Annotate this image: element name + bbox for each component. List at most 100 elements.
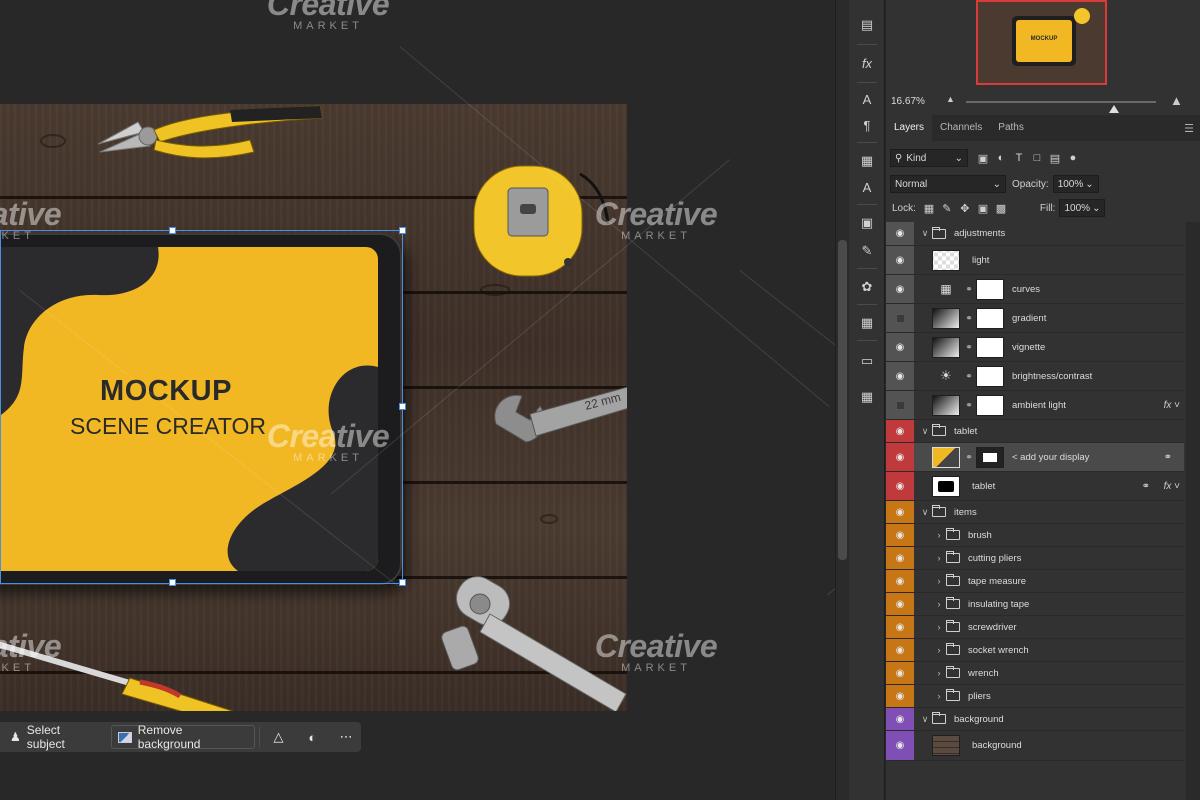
layer-visibility-toggle[interactable]: ◉ [886, 420, 914, 442]
chevron-right-icon[interactable]: › [932, 645, 946, 655]
chevron-down-icon[interactable]: ∨ [918, 228, 932, 239]
layer-thumbnail[interactable] [932, 475, 960, 497]
link-icon[interactable]: ⚭ [964, 400, 974, 411]
chevron-right-icon[interactable]: › [932, 599, 946, 609]
filter-adjustment-icon[interactable]: ◐ [992, 152, 1010, 164]
chevron-down-icon[interactable]: ∨ [918, 426, 932, 437]
brush-icon[interactable]: ✎ [855, 240, 879, 262]
layer-visibility-toggle[interactable]: ◉ [886, 639, 914, 661]
tab-paths[interactable]: Paths [990, 115, 1032, 141]
layers-list[interactable]: ◉ ∨ adjustments ◉ light ◉ ▦ ⚭ curves ⚭ gradient ◉ ⚭ v… [886, 222, 1200, 800]
layer-name[interactable]: light [972, 255, 989, 266]
link-icon[interactable]: ⚭ [964, 452, 974, 463]
layer-name[interactable]: gradient [1012, 313, 1046, 324]
filter-shape-icon[interactable]: □ [1028, 152, 1046, 164]
layer-visibility-toggle[interactable] [886, 391, 914, 419]
layer-name[interactable]: insulating tape [968, 599, 1029, 610]
layer-row[interactable]: ◉ ∨ items [886, 501, 1184, 524]
layer-row[interactable]: ◉ › brush [886, 524, 1184, 547]
layer-row[interactable]: ⚭ gradient [886, 304, 1184, 333]
layer-row[interactable]: ◉ ▦ ⚭ curves [886, 275, 1184, 304]
zoom-slider-knob[interactable] [1109, 105, 1119, 113]
layer-mask-thumbnail[interactable] [976, 365, 1004, 387]
layers-scrollbar[interactable] [1186, 222, 1200, 800]
layer-row[interactable]: ◉ ☀ ⚭ brightness/contrast [886, 362, 1184, 391]
link-icon[interactable]: ⚭ [1164, 452, 1172, 463]
layer-name[interactable]: wrench [968, 668, 999, 679]
layer-visibility-toggle[interactable]: ◉ [886, 333, 914, 361]
zoom-slider[interactable] [966, 101, 1156, 113]
layer-visibility-toggle[interactable]: ◉ [886, 685, 914, 707]
layer-visibility-toggle[interactable]: ◉ [886, 472, 914, 500]
tab-channels[interactable]: Channels [932, 115, 990, 141]
layer-name[interactable]: ambient light [1012, 400, 1066, 411]
lock-pixels-icon[interactable]: ✎ [938, 202, 956, 215]
tablet-screen[interactable]: MOCKUP SCENE CREATOR [0, 247, 378, 571]
fill-field[interactable]: 100% ⌄ [1059, 199, 1106, 217]
layer-name[interactable]: tablet [972, 481, 995, 492]
layer-visibility-toggle[interactable]: ◉ [886, 731, 914, 760]
layer-visibility-toggle[interactable]: ◉ [886, 593, 914, 615]
layer-name[interactable]: vignette [1012, 342, 1045, 353]
layer-name[interactable]: screwdriver [968, 622, 1017, 633]
layer-name[interactable]: background [972, 740, 1022, 751]
canvas-vertical-scrollbar[interactable] [835, 0, 849, 800]
lock-transparency-icon[interactable]: ▦ [920, 202, 938, 215]
chevron-right-icon[interactable]: › [932, 668, 946, 678]
panel-menu-icon[interactable]: ☰ [1184, 122, 1194, 135]
layer-mask-thumbnail[interactable] [976, 278, 1004, 300]
layer-visibility-toggle[interactable]: ◉ [886, 570, 914, 592]
layer-mask-thumbnail[interactable] [976, 307, 1004, 329]
layer-visibility-toggle[interactable]: ◉ [886, 501, 914, 523]
filter-pixel-icon[interactable]: ▣ [974, 152, 992, 165]
layer-name[interactable]: socket wrench [968, 645, 1029, 656]
paragraph-icon[interactable]: ¶ [855, 114, 879, 136]
link-icon[interactable]: ⚭ [964, 371, 974, 382]
contrast-icon[interactable]: ◐ [297, 725, 327, 749]
layer-visibility-toggle[interactable]: ◉ [886, 524, 914, 546]
filter-type-icon[interactable]: T [1010, 152, 1028, 164]
lock-artboard-icon[interactable]: ▣ [974, 202, 992, 215]
zoom-level-field[interactable]: 16.67% [888, 93, 932, 111]
layer-row[interactable]: ⚭ ambient light fx ˅ [886, 391, 1184, 420]
layer-row[interactable]: ◉ › insulating tape [886, 593, 1184, 616]
blend-mode-select[interactable]: Normal ⌄ [890, 175, 1006, 193]
filter-toggle-icon[interactable]: ● [1064, 152, 1082, 164]
layer-row[interactable]: ◉ ⚭ vignette [886, 333, 1184, 362]
layer-mask-thumbnail[interactable] [976, 336, 1004, 358]
layer-row[interactable]: ◉ › screwdriver [886, 616, 1184, 639]
link-icon[interactable]: ⚭ [964, 342, 974, 353]
grid-icon[interactable]: ▦ [855, 312, 879, 334]
opacity-field[interactable]: 100% ⌄ [1052, 175, 1099, 193]
table-icon[interactable]: ▦ [855, 386, 879, 408]
chevron-down-icon[interactable]: ∨ [918, 507, 932, 518]
fx-icon[interactable]: fx ˅ [1164, 481, 1180, 492]
layer-name[interactable]: items [954, 507, 977, 518]
character-styles-icon[interactable]: A [855, 176, 879, 198]
layer-comps-icon[interactable]: ▭ [855, 350, 879, 372]
layer-row[interactable]: ◉ › tape measure [886, 570, 1184, 593]
filter-kind-select[interactable]: ⚲ Kind ⌄ [890, 149, 968, 167]
layer-visibility-toggle[interactable]: ◉ [886, 362, 914, 390]
layer-visibility-toggle[interactable]: ◉ [886, 222, 914, 245]
layer-visibility-toggle[interactable]: ◉ [886, 616, 914, 638]
glyphs-icon[interactable]: ▦ [855, 150, 879, 172]
layer-thumbnail[interactable] [932, 735, 960, 756]
smart-object-thumbnail[interactable] [932, 446, 960, 468]
layer-visibility-toggle[interactable]: ◉ [886, 547, 914, 569]
layer-row[interactable]: ◉ tablet ⚭ fx ˅ [886, 472, 1184, 501]
chevron-down-icon[interactable]: ∨ [918, 714, 932, 725]
layer-visibility-toggle[interactable]: ◉ [886, 662, 914, 684]
filter-smart-object-icon[interactable]: ▤ [1046, 152, 1064, 165]
zoom-in-icon[interactable]: ▲ [1170, 93, 1183, 108]
canvas-area[interactable]: 22 mm MOCKUP SCENE CREATOR ♟ Select subj… [0, 0, 835, 800]
more-icon[interactable]: ⋯ [331, 725, 361, 749]
swatches-icon[interactable]: ✿ [855, 276, 879, 298]
layer-visibility-toggle[interactable]: ◉ [886, 246, 914, 274]
lock-all-icon[interactable]: ▩ [992, 202, 1010, 215]
chevron-right-icon[interactable]: › [932, 622, 946, 632]
layer-thumbnail[interactable] [932, 249, 960, 271]
layer-row[interactable]: ◉ › socket wrench [886, 639, 1184, 662]
path-icon[interactable]: △ [264, 725, 294, 749]
layer-name[interactable]: tape measure [968, 576, 1026, 587]
